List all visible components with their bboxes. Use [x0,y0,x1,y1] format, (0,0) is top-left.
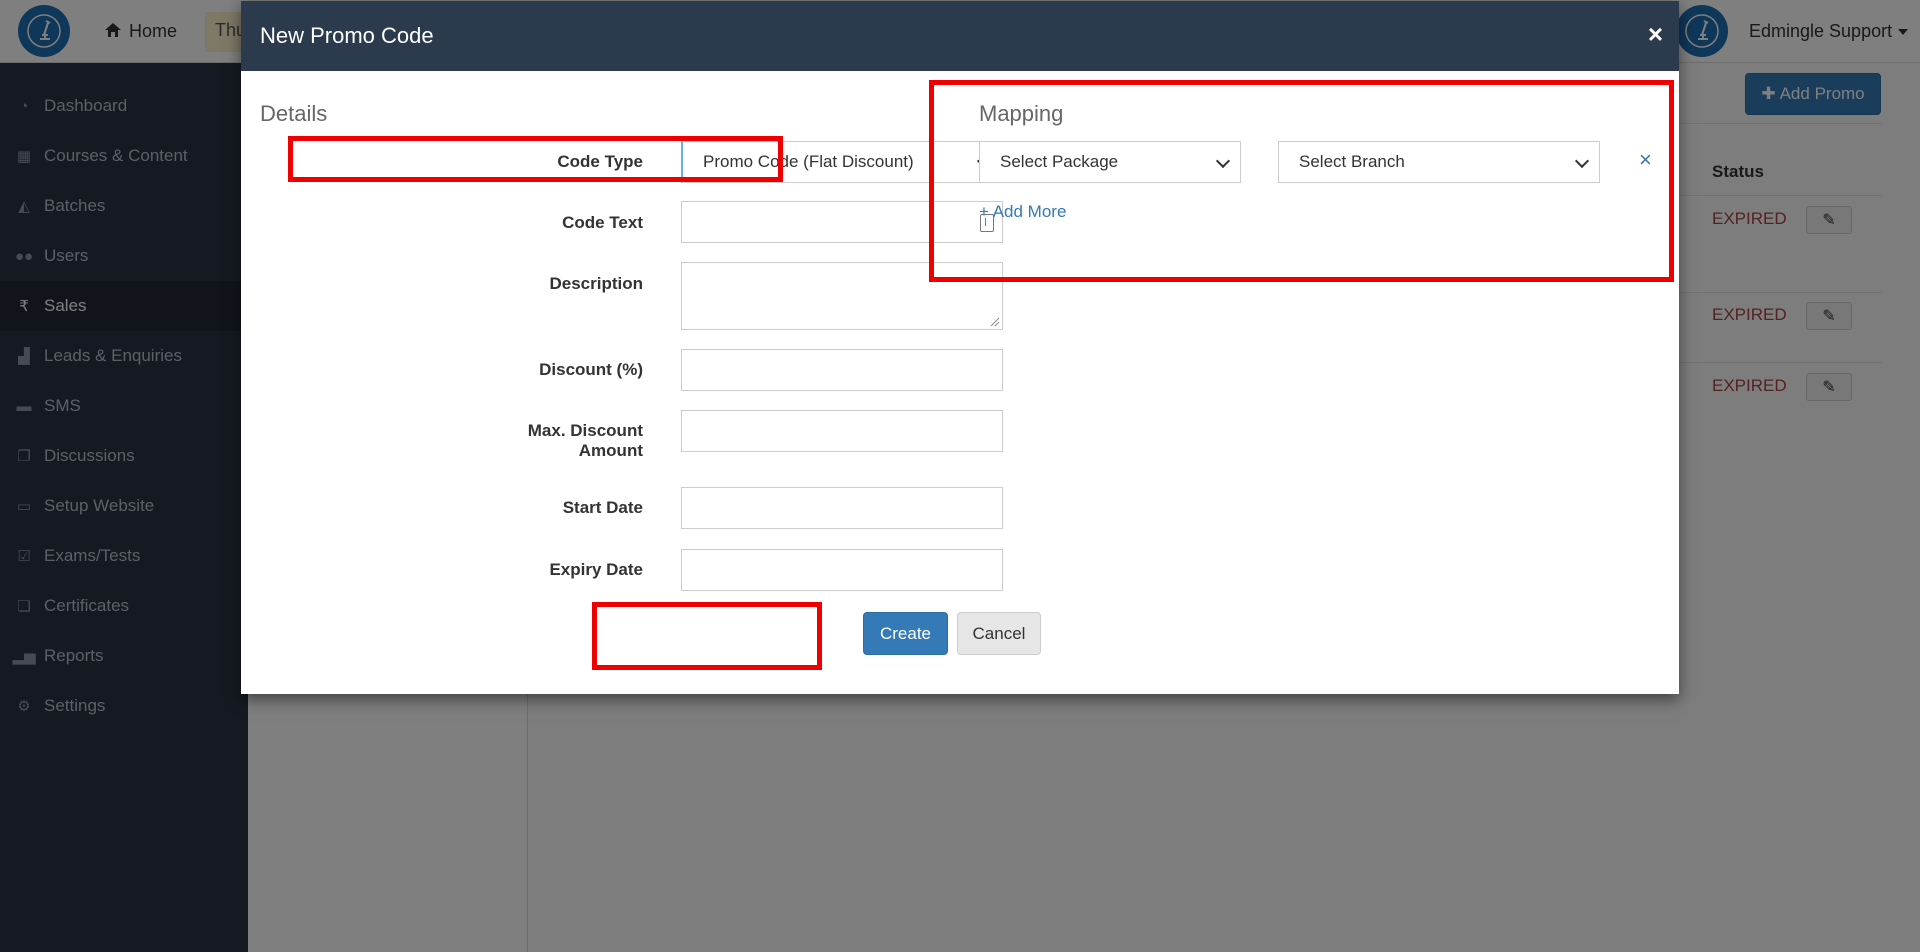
modal-title: New Promo Code [260,23,434,48]
create-button[interactable]: Create [863,612,948,655]
highlight-action-buttons [592,602,822,670]
resize-grip-icon[interactable] [990,317,1000,327]
max-discount-input[interactable] [681,410,1003,452]
modal-header: New Promo Code × [241,1,1679,71]
highlight-mapping [929,80,1674,282]
cancel-button[interactable]: Cancel [957,612,1041,655]
code-text-label: Code Text [562,213,643,232]
max-discount-label: Max. Discount Amount [463,421,643,461]
max-discount-label-line1: Max. Discount [527,421,643,440]
highlight-code-type [288,136,783,182]
description-label: Description [549,274,643,293]
max-discount-label-line2: Amount [578,441,643,460]
start-date-label: Start Date [562,498,643,517]
close-icon[interactable]: × [1648,21,1663,47]
details-section-title: Details [260,101,328,126]
expiry-date-input[interactable] [681,549,1003,591]
discount-label: Discount (%) [539,360,643,379]
expiry-date-label: Expiry Date [549,560,643,579]
start-date-input[interactable] [681,487,1003,529]
discount-input[interactable] [681,349,1003,391]
